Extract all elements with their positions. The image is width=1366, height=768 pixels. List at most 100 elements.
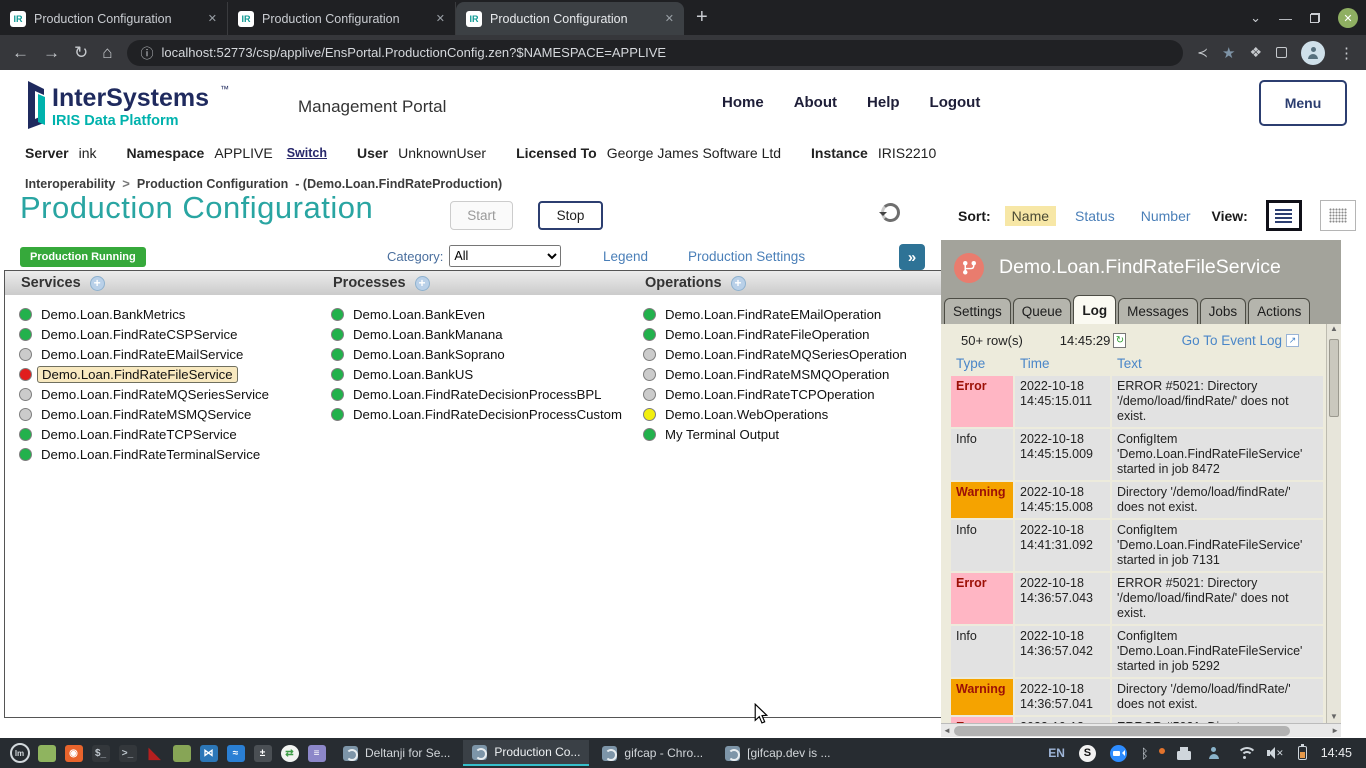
config-item[interactable]: Demo.Loan.FindRateDecisionProcessBPL <box>331 384 629 404</box>
log-row[interactable]: Error2022-10-1814:45:15.011ERROR #5021: … <box>951 376 1323 427</box>
taskbar-task[interactable]: gifcap - Chro... <box>593 740 712 766</box>
site-info-icon[interactable]: ⓘ <box>141 43 154 62</box>
config-item[interactable]: Demo.Loan.FindRateFileOperation <box>643 324 941 344</box>
battery-icon[interactable] <box>1298 746 1307 760</box>
panel-tab-settings[interactable]: Settings <box>944 298 1011 324</box>
nav-link-home[interactable]: Home <box>722 94 764 111</box>
log-row[interactable]: Warning2022-10-1814:36:57.041Directory '… <box>951 679 1323 715</box>
sidebar-icon[interactable] <box>1276 47 1287 58</box>
notes-app-icon[interactable]: ≡ <box>303 741 330 765</box>
config-item[interactable]: Demo.Loan.FindRateMQSeriesService <box>19 384 317 404</box>
window-app-icon[interactable] <box>33 741 60 765</box>
panel-tab-messages[interactable]: Messages <box>1118 298 1198 324</box>
wave-viewer-icon[interactable]: ≈ <box>222 741 249 765</box>
printer-icon[interactable] <box>1177 751 1191 760</box>
view-grid-button[interactable] <box>1320 200 1356 231</box>
tab-search-icon[interactable]: ⌄ <box>1250 10 1261 26</box>
new-tab-button[interactable]: + <box>696 6 708 29</box>
log-row[interactable]: Info2022-10-1814:41:31.092ConfigItem 'De… <box>951 520 1323 571</box>
language-indicator[interactable]: EN <box>1048 746 1065 760</box>
config-item[interactable]: Demo.Loan.BankSoprano <box>331 344 629 364</box>
config-item[interactable]: Demo.Loan.FindRateMSMQOperation <box>643 364 941 384</box>
sync-app-icon[interactable]: ⇄ <box>276 741 303 765</box>
add-item-button[interactable]: + <box>415 276 430 291</box>
config-item[interactable]: Demo.Loan.FindRateTerminalService <box>19 444 317 464</box>
config-item[interactable]: Demo.Loan.FindRateEMailService <box>19 344 317 364</box>
address-bar[interactable]: ⓘ localhost:52773/csp/applive/EnsPortal.… <box>127 40 1184 66</box>
file-manager-icon[interactable] <box>168 741 195 765</box>
config-item[interactable]: Demo.Loan.FindRateEMailOperation <box>643 304 941 324</box>
panel-tab-log[interactable]: Log <box>1073 295 1116 324</box>
nav-link-logout[interactable]: Logout <box>930 94 981 111</box>
tab-close-icon[interactable]: ✕ <box>665 12 674 25</box>
volume-muted-icon[interactable]: ✕ <box>1267 747 1284 760</box>
add-item-button[interactable]: + <box>731 276 746 291</box>
video-call-tray-icon[interactable] <box>1110 745 1127 762</box>
bluetooth-icon[interactable]: ᛒ <box>1141 746 1149 761</box>
terminal-root-icon[interactable]: >_ <box>114 741 141 765</box>
taskbar-task[interactable]: Deltanji for Se... <box>334 740 459 766</box>
refresh-spinner-icon[interactable] <box>881 203 900 222</box>
sort-option-status[interactable]: Status <box>1068 206 1122 226</box>
wifi-icon[interactable] <box>1237 747 1253 759</box>
s-app-tray-icon[interactable]: S <box>1079 745 1096 762</box>
browser-tab[interactable]: IRProduction Configuration✕ <box>228 2 456 35</box>
orange-app-icon[interactable]: ◉ <box>60 741 87 765</box>
expand-panel-button[interactable]: » <box>899 244 925 270</box>
panel-tab-queue[interactable]: Queue <box>1013 298 1072 324</box>
horizontal-scroll-thumb[interactable] <box>954 726 1290 736</box>
close-icon[interactable]: ✕ <box>1338 8 1358 28</box>
config-item[interactable]: Demo.Loan.WebOperations <box>643 404 941 424</box>
minimize-icon[interactable]: — <box>1279 11 1292 26</box>
scroll-down-icon[interactable]: ▼ <box>1327 712 1341 721</box>
browser-tab[interactable]: IRProduction Configuration✕ <box>456 2 684 35</box>
home-icon[interactable]: ⌂ <box>102 43 112 63</box>
log-row[interactable]: Error2022-10-1814:36:57.043ERROR #5021: … <box>951 573 1323 624</box>
log-row[interactable]: Info2022-10-1814:45:15.009ConfigItem 'De… <box>951 429 1323 480</box>
config-item[interactable]: Demo.Loan.FindRateTCPService <box>19 424 317 444</box>
log-row[interactable]: Warning2022-10-1814:45:15.008Directory '… <box>951 482 1323 518</box>
nav-link-help[interactable]: Help <box>867 94 900 111</box>
sort-option-number[interactable]: Number <box>1134 206 1198 226</box>
vscode-icon[interactable]: ⋈ <box>195 741 222 765</box>
production-settings-link[interactable]: Production Settings <box>688 249 805 264</box>
tab-close-icon[interactable]: ✕ <box>208 12 217 25</box>
browser-tab[interactable]: IRProduction Configuration✕ <box>0 2 228 35</box>
panel-horizontal-scrollbar[interactable]: ◄► <box>941 723 1341 737</box>
config-item[interactable]: Demo.Loan.FindRateDecisionProcessCustom <box>331 404 629 424</box>
config-item[interactable]: Demo.Loan.FindRateFileService <box>19 364 317 384</box>
config-item[interactable]: Demo.Loan.BankMetrics <box>19 304 317 324</box>
tab-close-icon[interactable]: ✕ <box>436 12 445 25</box>
studio-icon[interactable]: ◣ <box>141 741 168 765</box>
back-icon[interactable]: ← <box>12 43 29 63</box>
extensions-icon[interactable]: ❖ <box>1249 44 1262 61</box>
log-refresh-icon[interactable]: ↻ <box>1113 333 1126 348</box>
terminal-icon[interactable]: $_ <box>87 741 114 765</box>
panel-tab-actions[interactable]: Actions <box>1248 298 1310 324</box>
calculator-icon[interactable]: ± <box>249 741 276 765</box>
restore-icon[interactable] <box>1310 13 1320 23</box>
vertical-scroll-thumb[interactable] <box>1329 339 1339 417</box>
legend-link[interactable]: Legend <box>603 249 648 264</box>
reload-icon[interactable]: ↻ <box>74 43 88 63</box>
bookmark-star-icon[interactable]: ★ <box>1222 44 1235 62</box>
switch-link[interactable]: Switch <box>287 146 327 160</box>
taskbar-task[interactable]: [gifcap.dev is ... <box>716 740 839 766</box>
panel-vertical-scrollbar[interactable]: ▲▼ <box>1326 324 1341 723</box>
stop-button[interactable]: Stop <box>538 201 603 230</box>
config-item[interactable]: My Terminal Output <box>643 424 941 444</box>
config-item[interactable]: Demo.Loan.FindRateCSPService <box>19 324 317 344</box>
config-item[interactable]: Demo.Loan.FindRateMSMQService <box>19 404 317 424</box>
mint-menu-icon[interactable]: lm <box>6 741 33 765</box>
log-row[interactable]: Info2022-10-1814:36:57.042ConfigItem 'De… <box>951 626 1323 677</box>
config-item[interactable]: Demo.Loan.BankUS <box>331 364 629 384</box>
category-select[interactable]: All <box>449 245 561 267</box>
menu-button[interactable]: Menu <box>1259 80 1347 126</box>
taskbar-task[interactable]: Production Co... <box>463 740 589 766</box>
config-item[interactable]: Demo.Loan.FindRateMQSeriesOperation <box>643 344 941 364</box>
config-item[interactable]: Demo.Loan.BankEven <box>331 304 629 324</box>
config-item[interactable]: Demo.Loan.BankManana <box>331 324 629 344</box>
breadcrumb-root[interactable]: Interoperability <box>25 177 115 191</box>
view-list-button[interactable] <box>1266 200 1302 231</box>
scroll-left-icon[interactable]: ◄ <box>943 726 951 735</box>
